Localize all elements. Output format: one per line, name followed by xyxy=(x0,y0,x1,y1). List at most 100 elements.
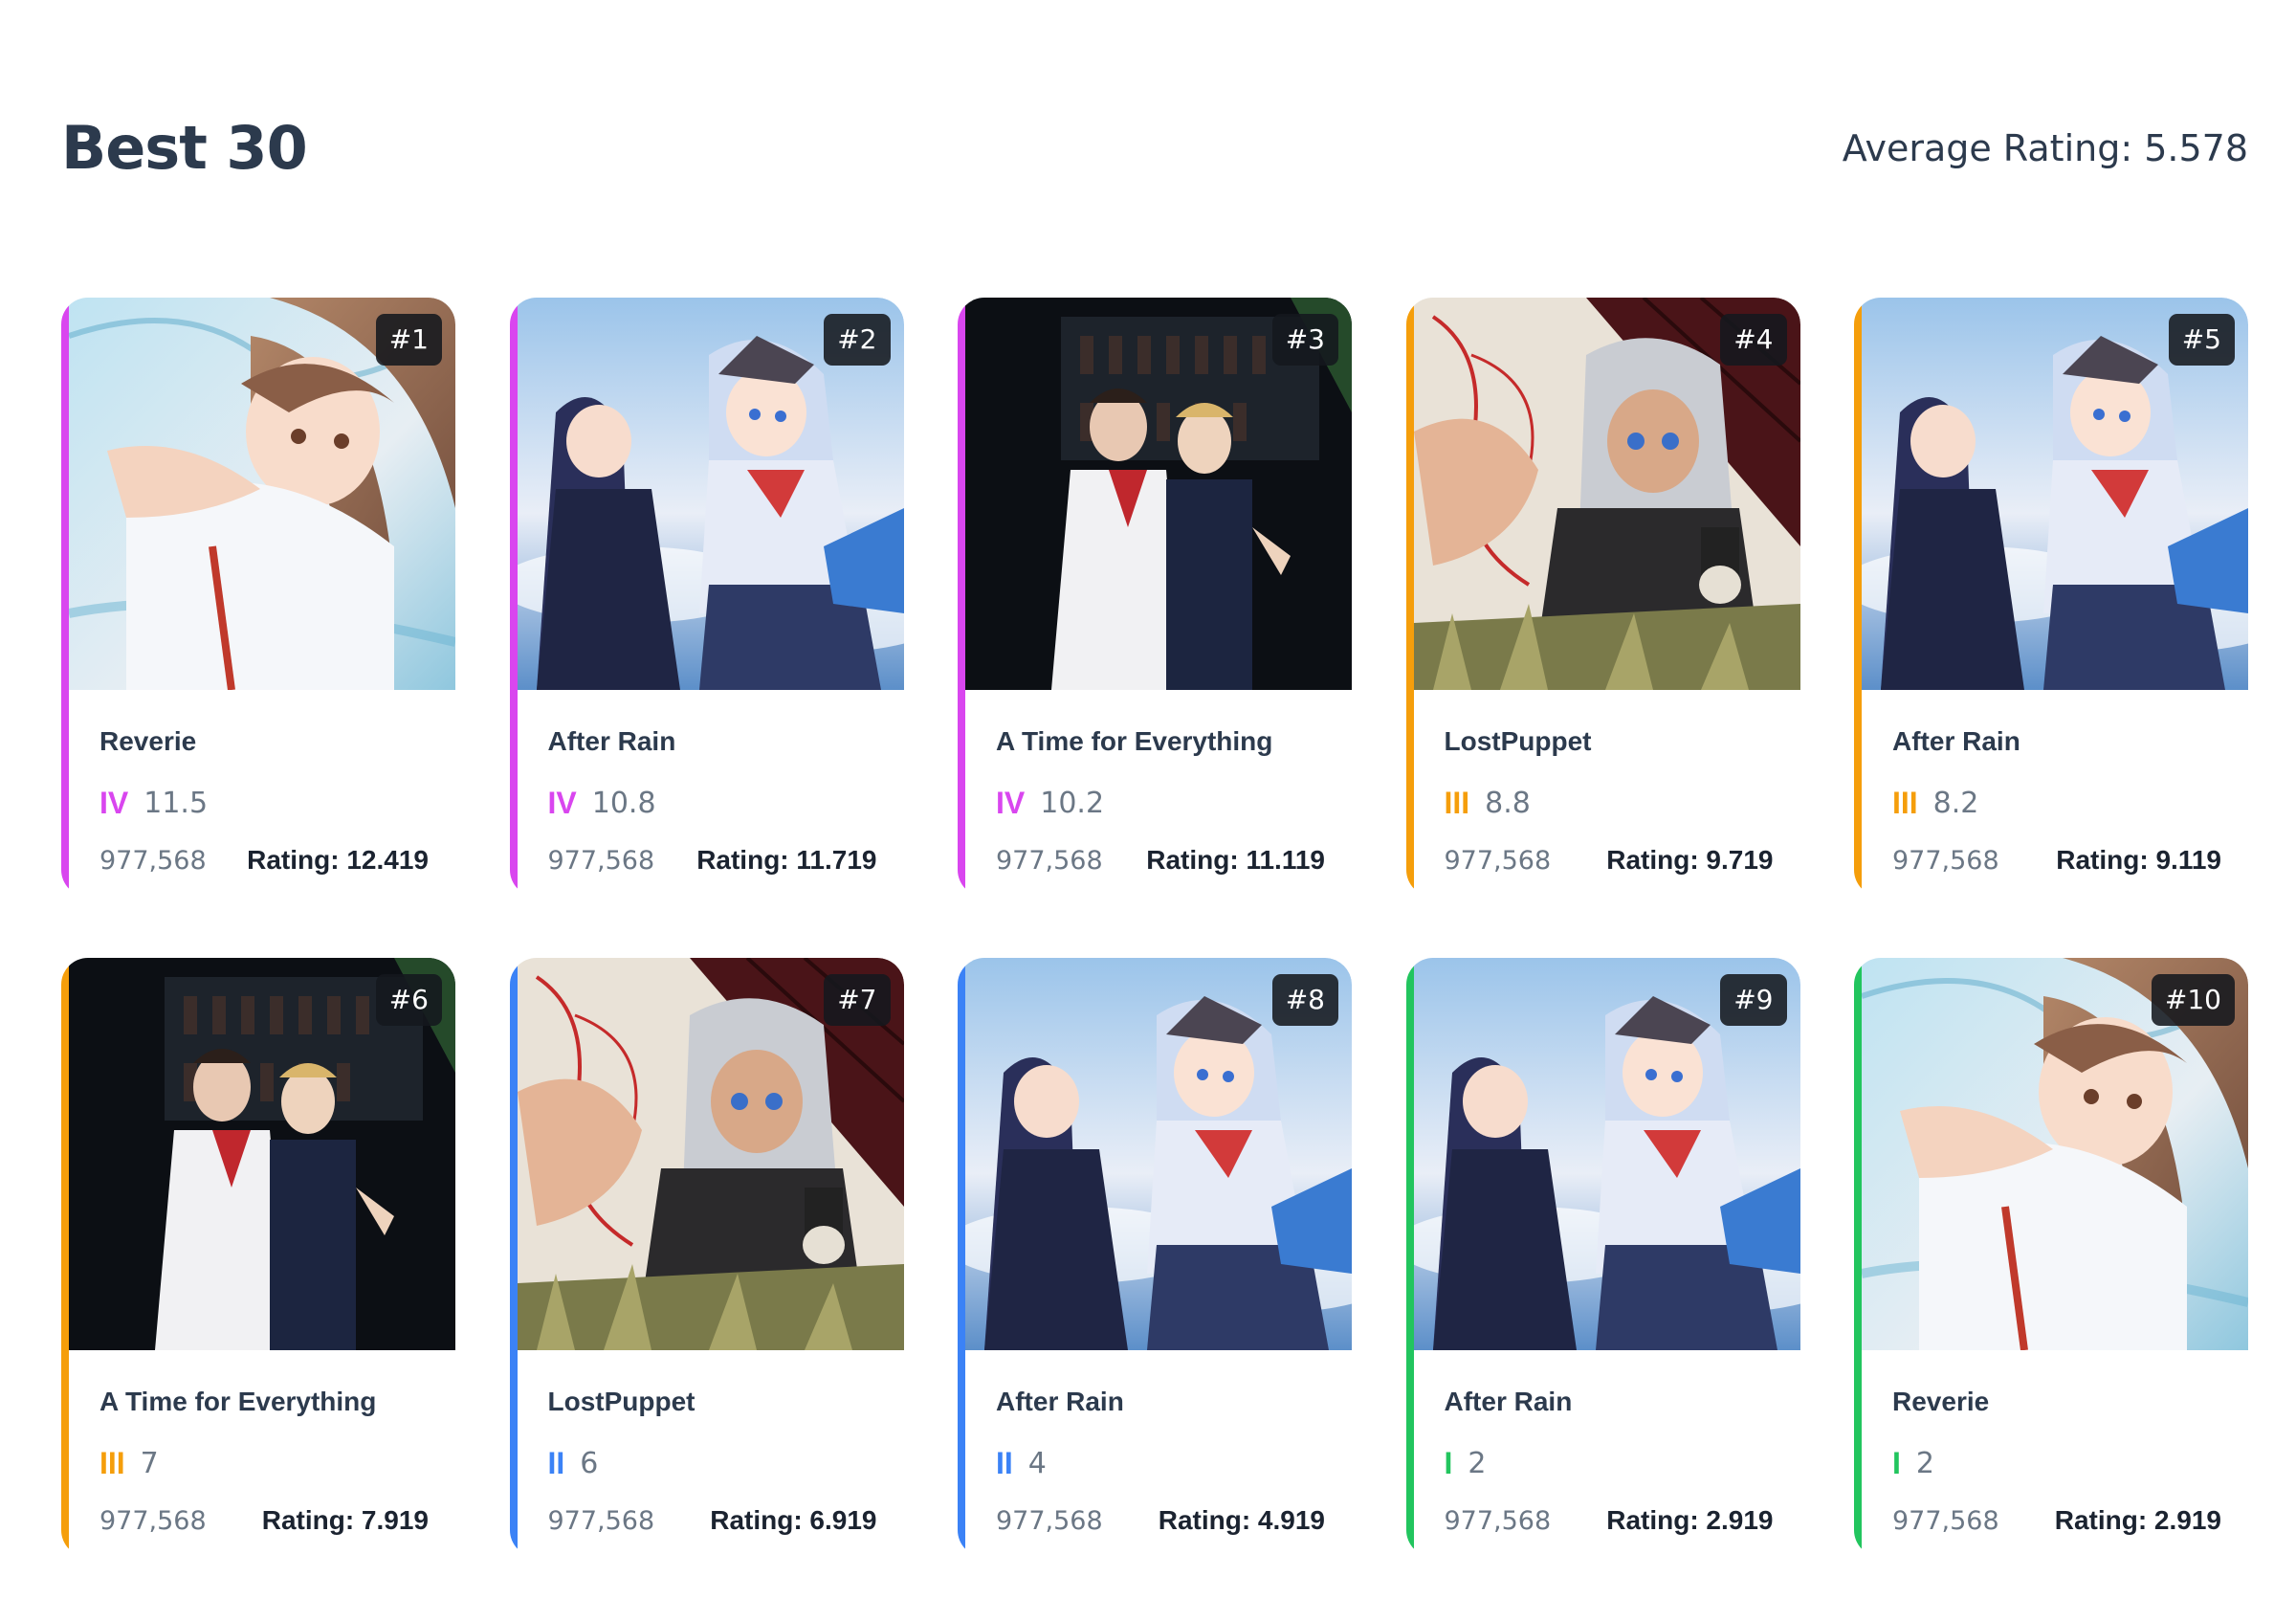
rating-value: Rating: 7.919 xyxy=(261,1505,429,1535)
header: Best 30 Average Rating: 5.578 xyxy=(61,113,2248,183)
level-value: 2 xyxy=(1468,1446,1487,1480)
difficulty-label: IV xyxy=(547,785,577,820)
rating-value: Rating: 6.919 xyxy=(710,1505,877,1535)
song-card[interactable]: #10 Reverie I 2 977,568 Rating: 2.919 xyxy=(1854,958,2248,1557)
average-rating: Average Rating: 5.578 xyxy=(1842,126,2248,169)
score-row: 977,568 Rating: 4.919 xyxy=(996,1505,1325,1536)
rank-badge: #9 xyxy=(1720,974,1787,1026)
score-row: 977,568 Rating: 7.919 xyxy=(99,1505,429,1536)
rating-value: Rating: 12.419 xyxy=(247,845,429,875)
score-value: 977,568 xyxy=(1892,845,1999,876)
difficulty-bar xyxy=(1854,958,1862,1557)
score-value: 977,568 xyxy=(547,1505,655,1536)
level-value: 11.5 xyxy=(144,786,209,820)
level-value: 10.2 xyxy=(1040,786,1105,820)
level-value: 10.8 xyxy=(591,786,656,820)
rank-badge: #6 xyxy=(375,974,442,1026)
song-title: A Time for Everything xyxy=(99,1387,377,1416)
level-value: 7 xyxy=(140,1446,159,1480)
score-row: 977,568 Rating: 11.119 xyxy=(996,845,1325,876)
difficulty-label: II xyxy=(547,1445,565,1480)
song-card[interactable]: #2 After Rain IV 10.8 977,568 Rating: 11… xyxy=(509,298,904,897)
score-value: 977,568 xyxy=(1892,1505,1999,1536)
level-value: 8.2 xyxy=(1932,786,1979,820)
difficulty-bar xyxy=(958,298,965,897)
rank-badge: #7 xyxy=(824,974,891,1026)
difficulty-row: III 8.8 xyxy=(1445,786,1774,820)
card-info: After Rain III 8.2 977,568 Rating: 9.119 xyxy=(1892,726,2221,876)
difficulty-row: I 2 xyxy=(1445,1446,1774,1480)
difficulty-row: IV 10.8 xyxy=(548,786,877,820)
song-title: After Rain xyxy=(1892,726,2020,756)
rating-value: Rating: 4.919 xyxy=(1158,1505,1325,1535)
card-info: Reverie IV 11.5 977,568 Rating: 12.419 xyxy=(99,726,429,876)
difficulty-row: II 4 xyxy=(996,1446,1325,1480)
rating-value: Rating: 11.719 xyxy=(696,845,877,875)
song-title: LostPuppet xyxy=(1444,726,1592,756)
rank-badge: #2 xyxy=(824,314,891,366)
song-title: After Rain xyxy=(996,1387,1124,1416)
score-value: 977,568 xyxy=(99,1505,207,1536)
score-value: 977,568 xyxy=(1444,1505,1552,1536)
song-title: Reverie xyxy=(1892,1387,1990,1416)
song-card[interactable]: #7 LostPuppet II 6 977,568 Rating: 6.919 xyxy=(509,958,904,1557)
difficulty-label: IV xyxy=(99,785,129,820)
song-card[interactable]: #4 LostPuppet III 8.8 977,568 Rating: 9.… xyxy=(1405,298,1800,897)
difficulty-bar xyxy=(61,298,69,897)
score-value: 977,568 xyxy=(547,845,655,876)
card-info: A Time for Everything III 7 977,568 Rati… xyxy=(99,1387,429,1536)
difficulty-row: IV 11.5 xyxy=(99,786,429,820)
difficulty-bar xyxy=(509,298,518,897)
rank-badge: #3 xyxy=(1271,314,1338,366)
difficulty-bar xyxy=(1854,298,1862,897)
score-row: 977,568 Rating: 9.719 xyxy=(1445,845,1774,876)
difficulty-row: III 8.2 xyxy=(1892,786,2221,820)
level-value: 2 xyxy=(1915,1446,1934,1480)
song-card[interactable]: #5 After Rain III 8.2 977,568 Rating: 9.… xyxy=(1854,298,2248,897)
score-row: 977,568 Rating: 12.419 xyxy=(99,845,429,876)
difficulty-row: III 7 xyxy=(99,1446,429,1480)
song-card[interactable]: #6 A Time for Everything III 7 977,568 R… xyxy=(61,958,455,1557)
rating-value: Rating: 9.719 xyxy=(1606,845,1774,875)
song-card[interactable]: #9 After Rain I 2 977,568 Rating: 2.919 xyxy=(1405,958,1800,1557)
card-info: After Rain IV 10.8 977,568 Rating: 11.71… xyxy=(548,726,877,876)
difficulty-bar xyxy=(1405,958,1414,1557)
song-card[interactable]: #1 Reverie IV 11.5 977,568 Rating: 12.41… xyxy=(61,298,455,897)
difficulty-label: I xyxy=(1892,1445,1901,1480)
song-title: LostPuppet xyxy=(547,1387,695,1416)
card-info: Reverie I 2 977,568 Rating: 2.919 xyxy=(1892,1387,2221,1536)
rank-badge: #5 xyxy=(2168,314,2235,366)
score-row: 977,568 Rating: 11.719 xyxy=(548,845,877,876)
song-title: Reverie xyxy=(99,726,197,756)
difficulty-row: IV 10.2 xyxy=(996,786,1325,820)
level-value: 6 xyxy=(580,1446,599,1480)
difficulty-label: II xyxy=(996,1445,1013,1480)
card-info: LostPuppet III 8.8 977,568 Rating: 9.719 xyxy=(1445,726,1774,876)
card-info: After Rain I 2 977,568 Rating: 2.919 xyxy=(1445,1387,1774,1536)
page-title: Best 30 xyxy=(61,113,308,183)
level-value: 4 xyxy=(1027,1446,1047,1480)
song-title: A Time for Everything xyxy=(996,726,1273,756)
score-row: 977,568 Rating: 6.919 xyxy=(548,1505,877,1536)
difficulty-bar xyxy=(1405,298,1414,897)
level-value: 8.8 xyxy=(1485,786,1531,820)
rating-value: Rating: 2.919 xyxy=(2054,1505,2221,1535)
card-info: After Rain II 4 977,568 Rating: 4.919 xyxy=(996,1387,1325,1536)
song-card[interactable]: #8 After Rain II 4 977,568 Rating: 4.919 xyxy=(958,958,1352,1557)
rank-badge: #10 xyxy=(2151,974,2235,1026)
song-title: After Rain xyxy=(1444,1387,1573,1416)
difficulty-label: IV xyxy=(996,785,1026,820)
song-card[interactable]: #3 A Time for Everything IV 10.2 977,568… xyxy=(958,298,1352,897)
score-value: 977,568 xyxy=(1444,845,1552,876)
difficulty-row: II 6 xyxy=(548,1446,877,1480)
card-info: LostPuppet II 6 977,568 Rating: 6.919 xyxy=(548,1387,877,1536)
difficulty-label: III xyxy=(99,1445,125,1480)
difficulty-label: III xyxy=(1892,785,1918,820)
rating-value: Rating: 2.919 xyxy=(1606,1505,1774,1535)
rank-badge: #1 xyxy=(375,314,442,366)
difficulty-bar xyxy=(61,958,69,1557)
best-grid: #1 Reverie IV 11.5 977,568 Rating: 12.41… xyxy=(61,298,2248,1557)
score-value: 977,568 xyxy=(996,845,1103,876)
difficulty-bar xyxy=(509,958,518,1557)
score-value: 977,568 xyxy=(99,845,207,876)
